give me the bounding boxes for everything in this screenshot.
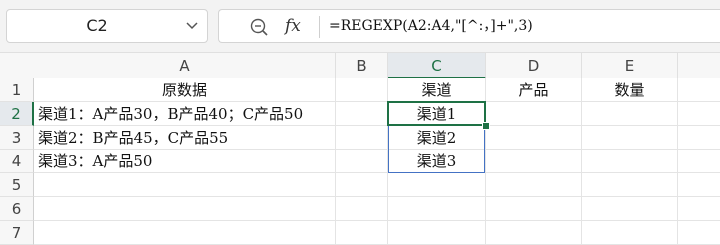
cell-a2-text: 渠道1：A产品30，B产品40；C产品50 [38,105,304,123]
cell-f6[interactable] [678,197,720,221]
column-header-a[interactable]: A [34,53,336,79]
row-header-6[interactable]: 6 [0,197,34,221]
cell-d6[interactable] [486,197,582,221]
column-header-b[interactable]: B [336,53,388,79]
chevron-down-icon[interactable] [185,18,199,32]
cell-c1[interactable]: 渠道 [388,78,486,102]
cell-a6[interactable] [34,197,336,221]
cell-f4[interactable] [678,150,720,173]
cell-a3-text: 渠道2：B产品45，C产品55 [38,129,229,147]
cell-c2-text: 渠道1 [416,105,457,123]
cell-b3[interactable] [336,126,388,150]
name-box-value[interactable]: C2 [7,10,187,42]
column-header-f[interactable] [678,53,720,79]
cell-d2[interactable] [486,102,582,126]
toolbar: C2 fx =REGEXP(A2:A4,"[^:，]+",3) [0,0,720,52]
column-header-d[interactable]: D [486,53,582,79]
cell-c7[interactable] [388,221,486,245]
cell-f1[interactable] [678,78,720,102]
cell-d1-text: 产品 [518,81,549,99]
column-headers: A B C D E [0,52,720,79]
column-header-c[interactable]: C [388,53,486,79]
cell-a3[interactable]: 渠道2：B产品45，C产品55 [34,126,336,150]
column-header-e[interactable]: E [582,53,678,79]
cell-f5[interactable] [678,173,720,197]
cell-c4-text: 渠道3 [416,152,457,170]
cell-f7[interactable] [678,221,720,245]
row-header-7[interactable]: 7 [0,221,34,245]
cell-a1-text: 原数据 [161,81,207,99]
cell-a4[interactable]: 渠道3：A产品50 [34,150,336,173]
formula-separator [319,16,320,38]
formula-bar[interactable]: fx =REGEXP(A2:A4,"[^:，]+",3) [218,9,720,43]
cell-b2[interactable] [336,102,388,126]
row-header-4[interactable]: 4 [0,150,34,173]
cell-e1[interactable]: 数量 [582,78,678,102]
cell-c2[interactable]: 渠道1 [388,102,486,126]
cell-d5[interactable] [486,173,582,197]
cell-d4[interactable] [486,150,582,173]
cell-a2[interactable]: 渠道1：A产品30，B产品40；C产品50 [34,102,336,126]
cell-f3[interactable] [678,126,720,150]
cell-c6[interactable] [388,197,486,221]
cell-e4[interactable] [582,150,678,173]
cell-c4[interactable]: 渠道3 [388,150,486,173]
cell-b6[interactable] [336,197,388,221]
cell-c3-text: 渠道2 [416,129,457,147]
name-box[interactable]: C2 [6,9,208,43]
fill-handle[interactable] [482,122,490,130]
cell-b7[interactable] [336,221,388,245]
cell-a7[interactable] [34,221,336,245]
cell-f2[interactable] [678,102,720,126]
cell-c5[interactable] [388,173,486,197]
formula-input[interactable]: =REGEXP(A2:A4,"[^:，]+",3) [329,10,533,42]
cell-b1[interactable] [336,78,388,102]
row-header-3[interactable]: 3 [0,126,34,150]
cell-e1-text: 数量 [614,81,645,99]
cell-d7[interactable] [486,221,582,245]
cell-e5[interactable] [582,173,678,197]
insert-function-button[interactable]: fx [285,13,301,39]
cell-e2[interactable] [582,102,678,126]
cell-a1[interactable]: 原数据 [34,78,336,102]
cell-e3[interactable] [582,126,678,150]
cell-a5[interactable] [34,173,336,197]
cell-b4[interactable] [336,150,388,173]
cell-e7[interactable] [582,221,678,245]
cell-c1-text: 渠道 [421,81,452,99]
cell-b5[interactable] [336,173,388,197]
cell-c3[interactable]: 渠道2 [388,126,486,150]
zoom-formula-icon[interactable] [249,17,269,37]
cell-e6[interactable] [582,197,678,221]
row-header-5[interactable]: 5 [0,173,34,197]
row-header-1[interactable]: 1 [0,78,34,102]
row-header-2[interactable]: 2 [0,102,34,126]
cell-d3[interactable] [486,126,582,150]
cell-d1[interactable]: 产品 [486,78,582,102]
cell-a4-text: 渠道3：A产品50 [38,152,153,170]
